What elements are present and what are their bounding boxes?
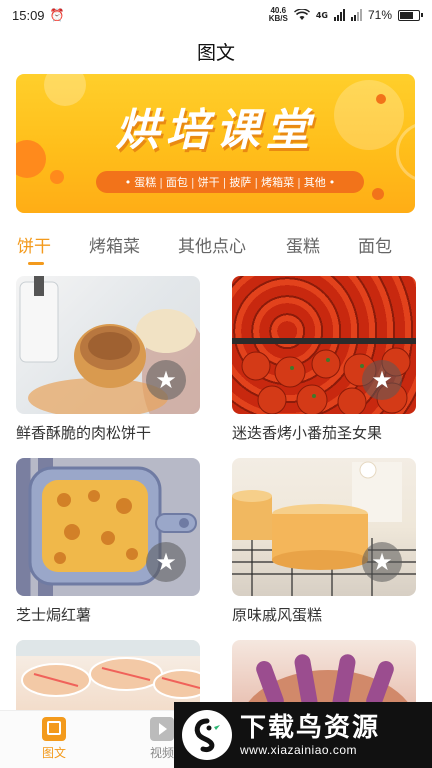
status-right: 40.6 KB/S 4G 71%	[269, 7, 423, 23]
pill-separator: |	[297, 175, 301, 189]
recipe-card[interactable]: ★ 原味戚风蛋糕	[232, 458, 416, 625]
page-title: 图文	[196, 42, 235, 64]
watermark-text: 下载鸟资源 www.xiazainiao.com	[240, 713, 380, 757]
recipe-card[interactable]: ★ 鲜香酥脆的肉松饼干	[16, 276, 200, 443]
banner-decor-circle	[50, 170, 64, 184]
pill-dot: •	[124, 175, 132, 189]
banner-category: 其他	[303, 176, 326, 189]
tab-cakes[interactable]: 蛋糕	[286, 232, 320, 257]
banner-category: 面包	[165, 176, 188, 189]
watermark-url: www.xiazainiao.com	[240, 743, 358, 757]
banner-category: 蛋糕	[134, 176, 157, 189]
pill-separator: |	[254, 175, 259, 189]
nav-label: 视频	[149, 746, 174, 760]
pill-dot: •	[328, 175, 336, 189]
net-speed: 40.6 KB/S	[269, 7, 288, 23]
recipe-title: 原味戚风蛋糕	[232, 606, 323, 624]
recipe-image: ★	[16, 276, 200, 414]
battery-percent: 71%	[367, 8, 392, 22]
wifi-icon	[293, 9, 310, 20]
pill-separator: |	[159, 175, 163, 189]
recipe-title: 芝士焗红薯	[16, 606, 92, 624]
watermark-title: 下载鸟资源	[240, 713, 381, 743]
alarm-icon: ⏰	[49, 8, 65, 22]
pill-separator: |	[190, 175, 195, 189]
banner-category: 饼干	[197, 176, 220, 189]
signal-icon	[333, 9, 345, 21]
banner-category: 披萨	[229, 176, 252, 189]
star-icon: ★	[155, 548, 177, 576]
recipe-title: 迷迭香烤小番茄圣女果	[232, 424, 383, 442]
battery-fill	[400, 11, 413, 19]
bird-logo-icon	[194, 718, 220, 752]
star-icon: ★	[371, 548, 393, 576]
video-icon	[150, 717, 174, 741]
book-icon	[42, 717, 66, 741]
banner-decor-circle	[372, 188, 384, 200]
network-type: 4G	[315, 10, 328, 20]
nav-label: 图文	[41, 746, 66, 760]
nav-item-articles[interactable]: 图文	[24, 717, 84, 761]
recipe-card[interactable]: ★ 芝士焗红薯	[16, 458, 200, 625]
signal-2-icon	[350, 9, 362, 21]
recipe-image: ★	[232, 276, 416, 414]
banner-category-pill: • 蛋糕 | 面包 | 饼干 | 披萨 | 烤箱菜 | 其他 •	[96, 171, 364, 193]
recipe-image: ★	[16, 458, 200, 596]
tab-bread[interactable]: 面包	[358, 232, 392, 257]
net-speed-unit: KB/S	[268, 14, 288, 23]
watermark: 下载鸟资源 www.xiazainiao.com	[174, 702, 432, 768]
pill-separator: |	[222, 175, 227, 189]
watermark-logo	[182, 710, 232, 760]
star-icon: ★	[155, 366, 177, 394]
battery-icon	[398, 9, 423, 21]
status-time: 15:09	[12, 7, 45, 23]
favorite-button[interactable]: ★	[362, 542, 402, 582]
tab-other-snacks[interactable]: 其他点心	[178, 232, 246, 257]
favorite-button[interactable]: ★	[146, 360, 186, 400]
favorite-button[interactable]: ★	[362, 360, 402, 400]
tab-biscuits[interactable]: 饼干	[17, 232, 51, 257]
recipe-image: ★	[232, 458, 416, 596]
star-icon: ★	[371, 366, 393, 394]
recipe-title: 鲜香酥脆的肉松饼干	[16, 424, 152, 442]
tab-indicator	[28, 262, 44, 265]
banner-category: 烤箱菜	[261, 176, 295, 189]
promo-banner[interactable]: 烘培课堂 • 蛋糕 | 面包 | 饼干 | 披萨 | 烤箱菜 | 其他 •	[16, 74, 415, 213]
favorite-button[interactable]: ★	[146, 542, 186, 582]
banner-title: 烘培课堂	[115, 105, 316, 156]
tab-oven-dishes[interactable]: 烤箱菜	[89, 232, 140, 257]
status-bar: 15:09 ⏰ 40.6 KB/S 4G 71%	[0, 0, 432, 30]
category-tabs: 饼干 烤箱菜 其他点心 蛋糕 面包	[0, 232, 432, 268]
recipe-card[interactable]: ★ 迷迭香烤小番茄圣女果	[232, 276, 416, 443]
